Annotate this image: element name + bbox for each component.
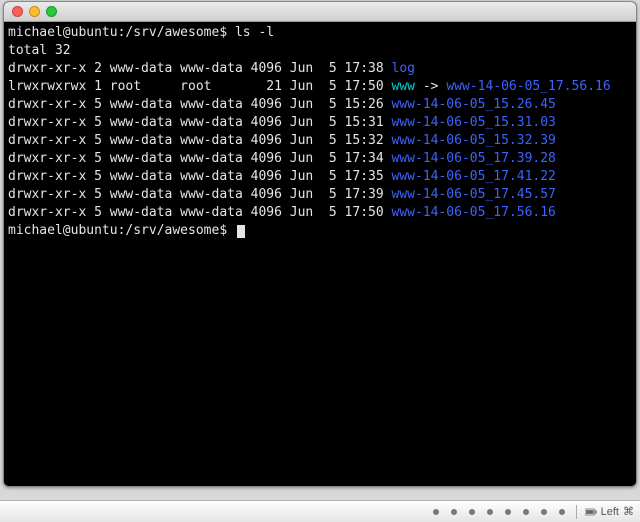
ls-entry: lrwxrwxrwx 1 root root 21 Jun 5 17:50 ww… — [8, 78, 632, 96]
ls-attrs: drwxr-xr-x 5 www-data www-data 4096 Jun … — [8, 205, 392, 220]
shell-prompt: michael@ubuntu:/srv/awesome$ — [8, 223, 235, 238]
symlink-arrow: -> — [415, 79, 446, 94]
status-dot-icon — [466, 506, 478, 518]
status-dot-icon — [448, 506, 460, 518]
symlink-name: www — [392, 79, 415, 94]
status-icons-cluster — [430, 506, 568, 518]
ls-attrs: drwxr-xr-x 2 www-data www-data 4096 Jun … — [8, 61, 392, 76]
minimize-button[interactable] — [29, 6, 40, 17]
status-dot-icon — [430, 506, 442, 518]
ls-entry: drwxr-xr-x 5 www-data www-data 4096 Jun … — [8, 132, 632, 150]
directory-name: www-14-06-05_17.56.16 — [392, 205, 556, 220]
ls-entry: drwxr-xr-x 5 www-data www-data 4096 Jun … — [8, 168, 632, 186]
ls-attrs: lrwxrwxrwx 1 root root 21 Jun 5 17:50 — [8, 79, 392, 94]
ls-entry: drwxr-xr-x 5 www-data www-data 4096 Jun … — [8, 186, 632, 204]
status-dot-icon — [556, 506, 568, 518]
maximize-button[interactable] — [46, 6, 57, 17]
status-dot-icon — [484, 506, 496, 518]
ls-entry: drwxr-xr-x 5 www-data www-data 4096 Jun … — [8, 150, 632, 168]
status-dot-icon — [520, 506, 532, 518]
os-statusbar: Left ⌘ — [0, 500, 640, 522]
status-dot-icon — [502, 506, 514, 518]
directory-name: log — [392, 61, 415, 76]
close-button[interactable] — [12, 6, 23, 17]
terminal-line: total 32 — [8, 42, 632, 60]
window-titlebar — [4, 2, 636, 22]
terminal-viewport[interactable]: michael@ubuntu:/srv/awesome$ ls -ltotal … — [4, 22, 636, 486]
ls-attrs: drwxr-xr-x 5 www-data www-data 4096 Jun … — [8, 115, 392, 130]
directory-name: www-14-06-05_17.45.57 — [392, 187, 556, 202]
directory-name: www-14-06-05_17.39.28 — [392, 151, 556, 166]
directory-name: www-14-06-05_15.31.03 — [392, 115, 556, 130]
ls-attrs: drwxr-xr-x 5 www-data www-data 4096 Jun … — [8, 187, 392, 202]
directory-name: www-14-06-05_15.32.39 — [392, 133, 556, 148]
left-indicator-label: Left — [601, 506, 619, 518]
ls-entry: drwxr-xr-x 5 www-data www-data 4096 Jun … — [8, 96, 632, 114]
shell-prompt: michael@ubuntu:/srv/awesome$ — [8, 25, 235, 40]
ls-attrs: drwxr-xr-x 5 www-data www-data 4096 Jun … — [8, 151, 392, 166]
symlink-target: www-14-06-05_17.56.16 — [446, 79, 610, 94]
terminal-line: michael@ubuntu:/srv/awesome$ — [8, 222, 632, 240]
statusbar-right-group: Left ⌘ — [585, 505, 634, 518]
ls-attrs: drwxr-xr-x 5 www-data www-data 4096 Jun … — [8, 169, 392, 184]
terminal-cursor — [237, 225, 245, 238]
status-dot-icon — [538, 506, 550, 518]
ls-entry: drwxr-xr-x 5 www-data www-data 4096 Jun … — [8, 114, 632, 132]
ls-attrs: drwxr-xr-x 5 www-data www-data 4096 Jun … — [8, 97, 392, 112]
ls-entry: drwxr-xr-x 5 www-data www-data 4096 Jun … — [8, 204, 632, 222]
ls-entry: drwxr-xr-x 2 www-data www-data 4096 Jun … — [8, 60, 632, 78]
shell-command: ls -l — [235, 25, 274, 40]
terminal-window: michael@ubuntu:/srv/awesome$ ls -ltotal … — [3, 1, 637, 487]
battery-icon — [585, 506, 597, 518]
directory-name: www-14-06-05_17.41.22 — [392, 169, 556, 184]
terminal-line: michael@ubuntu:/srv/awesome$ ls -l — [8, 24, 632, 42]
statusbar-divider — [576, 505, 577, 519]
ls-attrs: drwxr-xr-x 5 www-data www-data 4096 Jun … — [8, 133, 392, 148]
ls-total: total 32 — [8, 43, 71, 58]
directory-name: www-14-06-05_15.26.45 — [392, 97, 556, 112]
cmd-symbol: ⌘ — [623, 505, 634, 518]
